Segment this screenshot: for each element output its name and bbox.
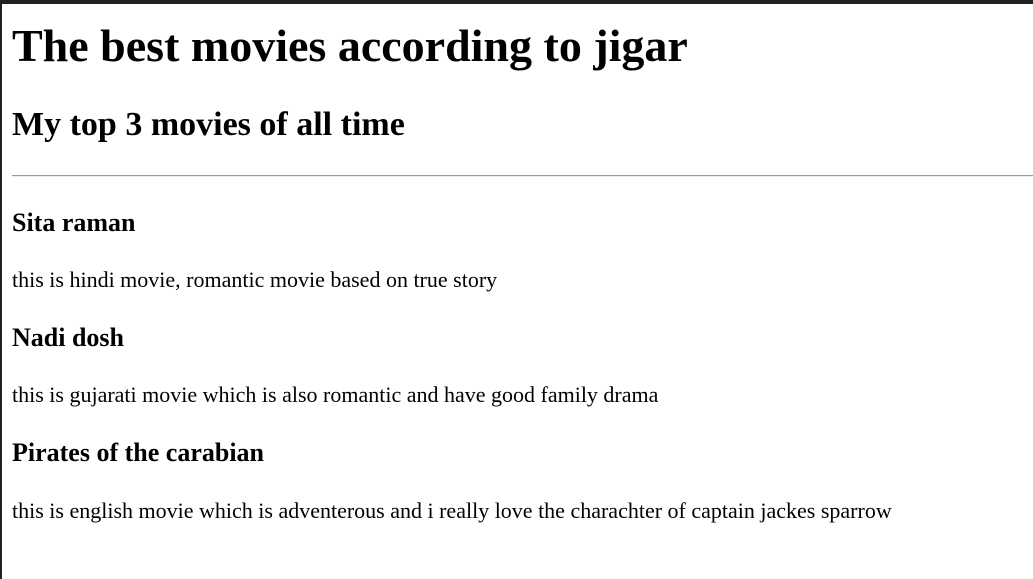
page-subtitle: My top 3 movies of all time: [12, 106, 405, 143]
movie-description-1: this is hindi movie, romantic movie base…: [12, 267, 498, 292]
window-left-border: [0, 0, 2, 579]
movie-title-1: Sita raman: [12, 208, 136, 237]
movie-title-2: Nadi dosh: [12, 323, 124, 352]
divider: [12, 175, 1033, 177]
movie-description-3: this is english movie which is adventero…: [12, 498, 892, 523]
window-top-border: [0, 0, 1033, 4]
page-title: The best movies according to jigar: [12, 20, 688, 71]
movie-description-2: this is gujarati movie which is also rom…: [12, 382, 659, 407]
movie-title-3: Pirates of the carabian: [12, 438, 265, 467]
